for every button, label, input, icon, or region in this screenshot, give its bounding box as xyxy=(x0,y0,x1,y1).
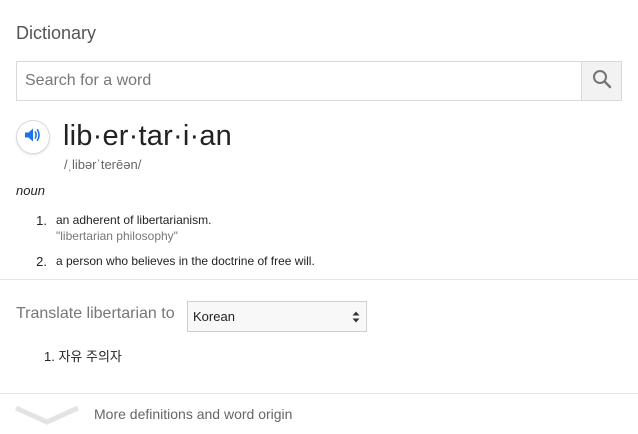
search-box xyxy=(16,61,622,101)
search-button[interactable] xyxy=(581,62,621,100)
search-input[interactable] xyxy=(17,62,581,100)
language-select[interactable]: Korean xyxy=(187,301,367,332)
pronounce-button[interactable] xyxy=(16,120,50,154)
section-divider xyxy=(0,393,638,394)
definition-text: a person who believes in the doctrine of… xyxy=(56,254,315,268)
select-arrows-icon xyxy=(352,310,360,329)
definition-example: "libertarian philosophy" xyxy=(56,229,178,243)
definition-text: an adherent of libertarianism. xyxy=(56,213,212,227)
translate-label: Translate libertarian to xyxy=(16,305,175,322)
definition-number: 2. xyxy=(36,254,47,269)
dictionary-card: Dictionary lib·er·tar·i·an /ˌlibərˈterēə… xyxy=(0,0,638,434)
section-divider xyxy=(0,279,638,280)
pronunciation: /ˌlibərˈterēən/ xyxy=(64,157,142,172)
speaker-icon xyxy=(24,127,42,148)
search-icon xyxy=(592,69,612,94)
language-select-value: Korean xyxy=(193,309,235,324)
definition-number: 1. xyxy=(36,213,47,228)
translation-result: 1. 자유 주의자 xyxy=(44,349,122,364)
part-of-speech: noun xyxy=(16,183,45,198)
headword: lib·er·tar·i·an xyxy=(63,120,232,152)
dictionary-title: Dictionary xyxy=(16,23,97,43)
more-definitions-label: More definitions and word origin xyxy=(94,406,293,422)
chevron-down-icon xyxy=(14,405,80,430)
more-definitions-link[interactable]: More definitions and word origin xyxy=(0,395,638,434)
